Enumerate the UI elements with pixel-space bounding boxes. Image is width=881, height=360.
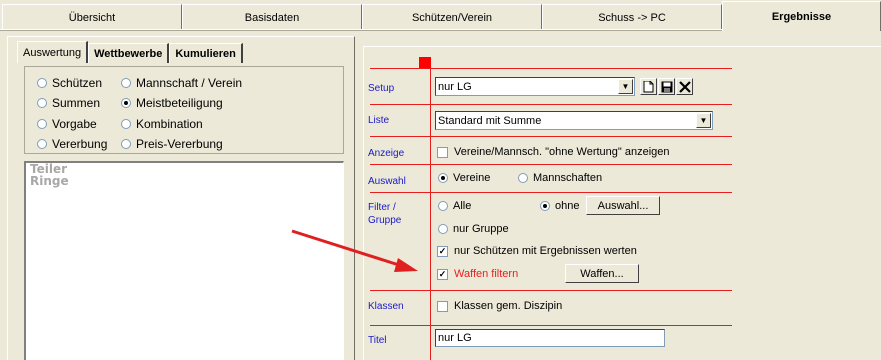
radio-preis-vererbung[interactable]: Preis-Vererbung [121,137,223,151]
waffen-button[interactable]: Waffen... [565,264,639,283]
radio-indicator [438,224,448,234]
dropdown-arrow-icon[interactable]: ▼ [696,113,711,128]
radio-mannschaft-verein[interactable]: Mannschaft / Verein [121,76,242,90]
label-filter-line-2: Gruppe [368,215,402,226]
radio-label: Mannschaft / Verein [136,76,243,90]
radio-indicator [37,98,47,108]
radio-alle[interactable]: Alle [438,200,471,212]
red-rule [370,164,732,165]
new-document-button[interactable] [640,78,657,95]
checkbox-nur-schuetzen[interactable]: ✓ nur Schützen mit Ergebnissen werten [437,245,637,257]
radio-indicator [121,78,131,88]
radio-label: Mannschaften [533,172,603,184]
radio-meistbeteiligung[interactable]: Meistbeteiligung [121,96,223,110]
radio-indicator [37,78,47,88]
main-tab-bar: Übersicht Basisdaten Schützen/Verein Sch… [0,0,881,31]
radio-label: Kombination [136,117,203,131]
checkbox-indicator-checked: ✓ [437,268,448,280]
close-icon [678,80,691,93]
radio-label: nur Gruppe [453,223,509,235]
subtab-wettbewerbe[interactable]: Wettbewerbe [88,43,170,63]
radio-indicator [438,201,448,211]
red-rule [370,290,732,291]
radio-label: Schützen [52,76,103,90]
radio-vererbung[interactable]: Vererbung [37,137,107,151]
label-liste: Liste [368,115,390,126]
checkbox-label: Vereine/Mannsch. "ohne Wertung" anzeigen [454,146,670,158]
red-rule [370,68,732,69]
radio-vorgabe[interactable]: Vorgabe [37,117,97,131]
radio-indicator [121,139,131,149]
red-vertical-rule [430,68,431,360]
label-auswahl: Auswahl [368,176,406,187]
radio-indicator-selected [121,98,131,108]
red-rule [370,325,732,326]
radio-indicator [121,119,131,129]
radio-label: Meistbeteiligung [136,96,223,110]
subtab-auswertung[interactable]: Auswertung [17,41,89,63]
tab-ergebnisse[interactable]: Ergebnisse [722,1,881,31]
radio-kombination[interactable]: Kombination [121,117,203,131]
liste-value: Standard mit Summe [438,114,542,127]
red-rule [370,136,732,137]
checkbox-ohne-wertung[interactable]: Vereine/Mannsch. "ohne Wertung" anzeigen [437,146,670,158]
red-rule [370,104,732,105]
radio-indicator-selected [438,173,448,183]
auswahl-button[interactable]: Auswahl... [586,196,660,215]
delete-button[interactable] [676,78,693,95]
radio-summen[interactable]: Summen [37,96,100,110]
tab-uebersicht[interactable]: Übersicht [2,4,182,30]
checkbox-waffen-filtern[interactable]: ✓ Waffen filtern [437,268,518,280]
radio-label: Preis-Vererbung [136,137,223,151]
radio-ohne[interactable]: ohne [540,200,579,212]
liste-combobox[interactable]: Standard mit Summe ▼ [435,111,713,130]
dropdown-arrow-icon[interactable]: ▼ [618,79,633,94]
radio-indicator [37,119,47,129]
checkbox-klassen-disziplin[interactable]: Klassen gem. Diszipin [437,300,562,312]
red-rule [370,192,732,193]
checkbox-label: Klassen gem. Diszipin [454,300,563,312]
radio-indicator [518,173,528,183]
radio-indicator-selected [540,201,550,211]
setup-combobox[interactable]: nur LG ▼ [435,77,635,96]
label-filter-gruppe: Filter / Gruppe [368,201,401,227]
radio-label: Alle [453,200,472,212]
radio-label: Vererbung [52,137,108,151]
radio-nur-gruppe[interactable]: nur Gruppe [438,223,509,235]
save-icon [661,81,672,92]
radio-vereine[interactable]: Vereine [438,172,490,184]
checkbox-label: Waffen filtern [454,268,519,280]
list-item[interactable]: Teiler [26,163,343,175]
tab-schuetzen-verein[interactable]: Schützen/Verein [362,4,542,30]
label-klassen: Klassen [368,301,404,312]
radio-label: ohne [555,200,580,212]
result-list[interactable]: Teiler Ringe [24,161,344,360]
setup-value: nur LG [438,80,472,93]
label-setup: Setup [368,83,395,94]
label-filter-line-1: Filter / [368,202,396,213]
radio-label: Vorgabe [52,117,97,131]
checkbox-indicator [437,300,448,312]
new-document-icon [643,80,654,92]
radio-schuetzen[interactable]: Schützen [37,76,102,90]
sub-tab-bar: Auswertung Wettbewerbe Kumulieren [17,41,243,63]
checkbox-indicator [437,146,448,158]
subtab-kumulieren[interactable]: Kumulieren [169,43,243,63]
titel-input[interactable]: nur LG [435,329,665,347]
tab-basisdaten[interactable]: Basisdaten [182,4,362,30]
checkbox-label: nur Schützen mit Ergebnissen werten [454,245,637,257]
save-button[interactable] [658,78,675,95]
radio-label: Summen [52,96,101,110]
label-anzeige: Anzeige [368,148,405,159]
label-titel: Titel [368,335,387,346]
radio-label: Vereine [453,172,491,184]
checkbox-indicator-checked: ✓ [437,245,448,257]
radio-indicator [37,139,47,149]
list-item[interactable]: Ringe [26,175,343,187]
radio-mannschaften[interactable]: Mannschaften [518,172,602,184]
tab-schuss-pc[interactable]: Schuss -> PC [542,4,722,30]
